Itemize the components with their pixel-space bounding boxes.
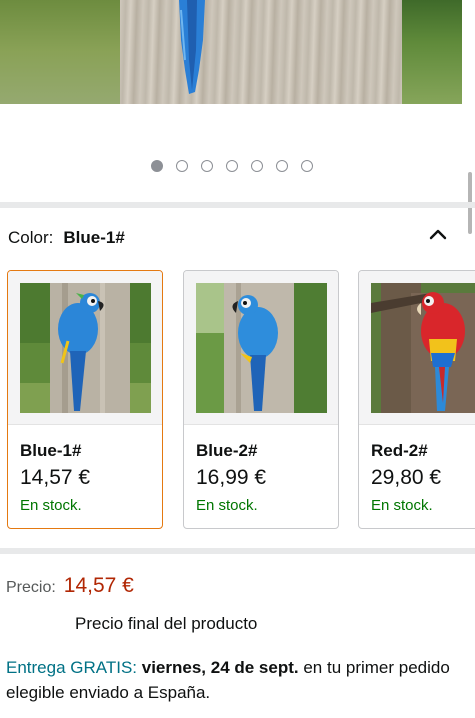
delivery-info: Entrega GRATIS: viernes, 24 de sept. en …: [6, 655, 468, 705]
variant-stock-status: En stock.: [20, 497, 82, 514]
variant-stock-status: En stock.: [371, 497, 433, 514]
color-selected-value: Blue-1#: [63, 228, 125, 247]
product-main-image[interactable]: [0, 0, 462, 104]
color-label: Color:: [8, 228, 54, 247]
carousel-dot[interactable]: [301, 160, 313, 172]
carousel-dot[interactable]: [276, 160, 288, 172]
variant-name: Blue-1#: [20, 441, 82, 460]
color-variant-list: Blue-1# 14,57 € En stock. Blue-2# 16,99 …: [7, 270, 475, 529]
variant-card-blue-2[interactable]: Blue-2# 16,99 € En stock.: [183, 270, 339, 529]
variant-image-area: [359, 271, 475, 425]
carousel-dot[interactable]: [201, 160, 213, 172]
image-carousel-dots: [151, 160, 313, 172]
delivery-date: viernes, 24 de sept.: [141, 658, 299, 677]
section-divider: [0, 548, 475, 554]
price-note: Precio final del producto: [75, 614, 258, 633]
carousel-dot[interactable]: [176, 160, 188, 172]
variant-card-blue-1[interactable]: Blue-1# 14,57 € En stock.: [7, 270, 163, 529]
variant-stock-status: En stock.: [196, 497, 258, 514]
variant-price: 16,99 €: [196, 466, 267, 489]
variant-image-blue-parrot: [196, 283, 327, 413]
chevron-up-icon[interactable]: [428, 226, 448, 242]
section-divider: [0, 202, 475, 208]
variant-image-blue-parrot: [20, 283, 151, 413]
carousel-dot[interactable]: [251, 160, 263, 172]
image-tree-trunk: [120, 0, 402, 104]
variant-image-area: [184, 271, 338, 425]
variant-image-area: [8, 271, 162, 425]
carousel-dot[interactable]: [226, 160, 238, 172]
variant-price: 14,57 €: [20, 466, 91, 489]
product-page: Color: Blue-1# Blue-1# 14,57 € En stock.…: [0, 0, 475, 718]
color-selector-header[interactable]: Color: Blue-1#: [8, 226, 448, 250]
price-value: 14,57 €: [63, 574, 134, 597]
parrot-tail-image: [179, 0, 205, 94]
price-label: Precio:: [6, 579, 56, 596]
variant-name: Blue-2#: [196, 441, 258, 460]
variant-image-red-parrot: [371, 283, 475, 413]
variant-name: Red-2#: [371, 441, 428, 460]
free-delivery-link[interactable]: Entrega GRATIS:: [6, 658, 137, 677]
variant-card-red-2[interactable]: Red-2# 29,80 € En stock.: [358, 270, 475, 529]
carousel-dot[interactable]: [151, 160, 163, 172]
image-background-right: [402, 0, 462, 104]
price-block: Precio: 14,57 €: [6, 574, 134, 598]
variant-price: 29,80 €: [371, 466, 442, 489]
image-background-left: [0, 0, 120, 104]
